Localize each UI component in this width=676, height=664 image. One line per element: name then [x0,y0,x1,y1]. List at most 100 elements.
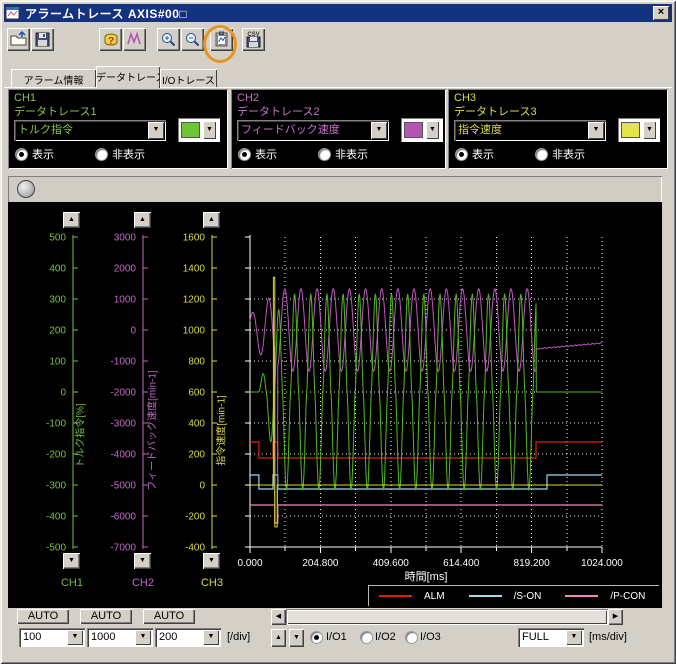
ch2-scale-select[interactable]: 1000 ▼ [87,628,153,647]
p-con-legend-line [565,595,598,597]
ch1-color-select[interactable]: ▼ [178,118,220,142]
chevron-down-icon[interactable]: ▼ [566,630,582,645]
ch2-color-select[interactable]: ▼ [401,118,443,142]
svg-text:-4000: -4000 [110,450,136,461]
ch1-label: CH1 [14,91,228,105]
ch2-auto-scale-button[interactable]: AUTO [80,609,132,624]
waveform-icon [126,31,143,48]
io3-radio[interactable] [406,632,417,643]
x-axis-title: 時間[ms] [384,568,468,584]
open-button[interactable] [7,28,30,51]
csv-save-button[interactable]: CSV [242,28,265,51]
svg-text:?: ? [108,36,114,47]
zoom-in-button[interactable] [157,28,180,51]
channel-box-ch3: CH3 データトレース3 指令速度 ▼ ▼ 表示 非表示 [448,89,668,169]
alarm-trace-window: アラームトレース AXIS#00□ × ? [0,0,676,664]
svg-text:800: 800 [188,357,205,368]
ch2-hide-radio[interactable] [319,149,330,160]
ch2-show-radio[interactable] [239,149,250,160]
ch1-auto-scale-button[interactable]: AUTO [17,609,69,624]
copy-to-clipboard-button[interactable] [210,28,233,51]
titlebar[interactable]: アラームトレース AXIS#00□ × [4,4,672,22]
chevron-down-icon[interactable]: ▼ [588,122,604,139]
ch1-axis-up-button[interactable]: ▲ [63,212,80,228]
io3-label: I/O3 [420,631,441,643]
alarm-info-button[interactable]: ? [99,28,122,51]
io-down-button[interactable]: ▼ [289,629,304,647]
io2-label: I/O2 [375,631,396,643]
svg-text:600: 600 [188,388,205,399]
svg-text:0: 0 [130,326,136,337]
svg-text:-300: -300 [46,481,66,492]
svg-text:0.000: 0.000 [237,558,262,569]
zoom-out-button[interactable] [181,28,204,51]
ch2-scale-value: 1000 [91,631,115,643]
alm-legend-line [379,595,412,597]
ch3-scale-value: 200 [159,631,177,643]
tab-io-trace[interactable]: I/Oトレース [160,69,217,88]
svg-text:-3000: -3000 [110,419,136,430]
tab-data-trace[interactable]: データトレース [96,66,160,88]
ms-div-unit-label: [ms/div] [589,631,627,643]
tab-label: データトレース [96,73,160,84]
chevron-down-icon[interactable]: ▼ [203,630,219,645]
ch1-scale-value: 100 [23,631,41,643]
tab-alarm-info[interactable]: アラーム情報 [11,69,96,88]
alarm-database-icon: ? [102,31,119,48]
ch3-hide-radio[interactable] [536,149,547,160]
time-scrollbar[interactable] [286,609,608,625]
time-range-value: FULL [522,631,549,643]
ch3-show-radio[interactable] [456,149,467,160]
svg-text:2000: 2000 [114,264,137,275]
trace-waveform-button[interactable] [123,28,146,51]
svg-text:500: 500 [49,233,66,244]
chevron-down-icon[interactable]: ▼ [148,122,164,139]
ch3-axis-down-button[interactable]: ▼ [203,553,220,569]
chevron-down-icon[interactable]: ▼ [67,630,83,645]
ch3-axis-name: 指令速度[min-1] [213,361,228,501]
ch3-axis-up-button[interactable]: ▲ [203,212,220,228]
tab-label: I/Oトレース [162,76,215,87]
open-folder-icon [10,31,27,48]
save-button[interactable] [31,28,54,51]
ch1-hide-radio[interactable] [96,149,107,160]
ch2-axis-down-button[interactable]: ▼ [134,553,151,569]
svg-text:100: 100 [49,357,66,368]
ch2-signal-select[interactable]: フィードバック速度 ▼ [237,120,389,141]
ch3-color-select[interactable]: ▼ [618,118,660,142]
ch1-signal-select[interactable]: トルク指令 ▼ [14,120,166,141]
chevron-down-icon[interactable]: ▼ [135,630,151,645]
scroll-right-button[interactable]: ▶ [608,609,623,625]
close-button[interactable]: × [653,6,669,20]
ch1-scale-select[interactable]: 100 ▼ [19,628,85,647]
svg-text:1400: 1400 [183,264,206,275]
chart-header-strip [9,177,661,202]
time-range-select[interactable]: FULL ▼ [518,628,584,647]
ch3-scale-select[interactable]: 200 ▼ [155,628,221,647]
svg-text:300: 300 [49,295,66,306]
ch3-auto-scale-button[interactable]: AUTO [143,609,195,624]
svg-text:400: 400 [49,264,66,275]
ch3-hide-label: 非表示 [552,146,585,162]
chevron-down-icon[interactable]: ▼ [643,121,656,139]
ch3-axis-label: CH3 [192,577,232,589]
chevron-down-icon[interactable]: ▼ [426,121,439,139]
ch2-axis-up-button[interactable]: ▲ [134,212,151,228]
ch3-signal-select[interactable]: 指令速度 ▼ [454,120,606,141]
ch1-axis-down-button[interactable]: ▼ [63,553,80,569]
channel-box-ch2: CH2 データトレース2 フィードバック速度 ▼ ▼ 表示 非表示 [231,89,446,169]
scroll-left-button[interactable]: ◀ [271,609,286,625]
svg-text:-400: -400 [185,543,205,554]
ch1-trace-label: データトレース1 [14,105,228,119]
scrollbar-thumb[interactable] [287,610,607,624]
io-up-button[interactable]: ▲ [271,629,286,647]
io1-radio[interactable] [311,632,322,643]
ch3-trace-label: データトレース3 [454,105,668,119]
chevron-down-icon[interactable]: ▼ [203,121,216,139]
io2-radio[interactable] [361,632,372,643]
ch1-show-radio[interactable] [16,149,27,160]
app-icon [6,6,21,20]
svg-text:1200: 1200 [183,295,206,306]
svg-text:-200: -200 [185,512,205,523]
chevron-down-icon[interactable]: ▼ [371,122,387,139]
